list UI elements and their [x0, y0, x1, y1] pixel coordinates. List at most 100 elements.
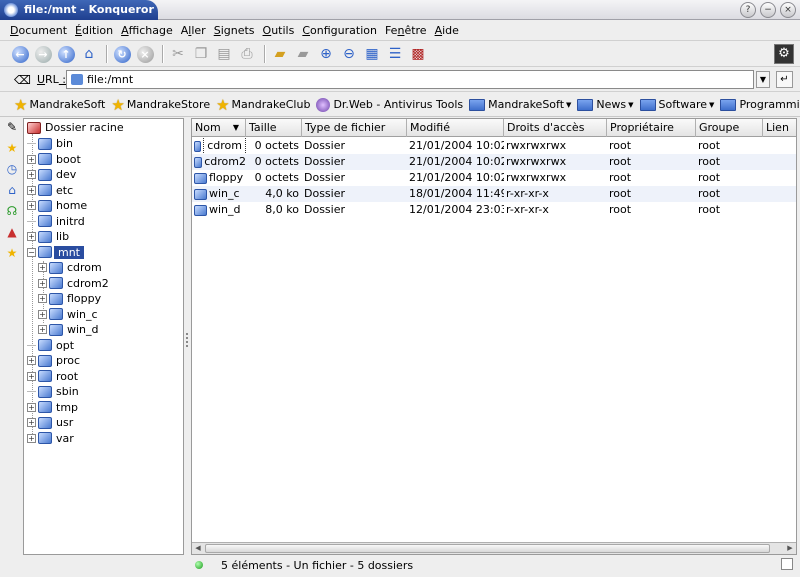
file-list-view[interactable]: Nom ▼ Taille Type de fichier Modifié Droits d…: [191, 118, 797, 555]
column-header-droits-d-acc-s[interactable]: Droits d'accès: [504, 119, 607, 137]
expand-icon[interactable]: +: [38, 263, 47, 272]
paste-icon[interactable]: ▤: [214, 44, 234, 64]
file-name[interactable]: floppy: [209, 170, 243, 186]
expand-icon[interactable]: +: [27, 154, 36, 164]
tree-item-cdrom[interactable]: + cdrom: [38, 260, 104, 275]
tree-item-floppy[interactable]: + floppy: [38, 291, 103, 306]
tree-item-initrd[interactable]: initrd: [27, 214, 87, 229]
help-window-button[interactable]: ?: [740, 2, 756, 18]
expand-icon[interactable]: +: [27, 232, 36, 241]
column-header-nom[interactable]: Nom ▼: [192, 119, 246, 137]
tree-item-bin[interactable]: bin: [27, 136, 75, 151]
column-header-type-de-fichier[interactable]: Type de fichier: [302, 119, 407, 137]
column-header-lien[interactable]: Lien: [763, 119, 796, 137]
expand-icon[interactable]: +: [38, 325, 47, 334]
expand-icon[interactable]: +: [27, 185, 36, 195]
bookmark-software[interactable]: Software ▼: [639, 98, 714, 111]
home-icon[interactable]: ⌂: [79, 44, 99, 64]
up-icon[interactable]: ↑: [56, 44, 76, 64]
tree-item-dev[interactable]: + dev: [27, 167, 78, 182]
file-row[interactable]: win_c 4,0 ko Dossier 18/01/2004 11:49 r-xr-x…: [192, 186, 796, 202]
firewall-icon[interactable]: ▩: [408, 44, 428, 64]
expand-icon[interactable]: +: [27, 356, 36, 365]
services-tab-icon[interactable]: ★: [3, 244, 21, 262]
tree-item-mnt[interactable]: − mnt: [27, 245, 84, 260]
home-tab-icon[interactable]: ⌂: [3, 181, 21, 199]
close-window-button[interactable]: ×: [780, 2, 796, 18]
scroll-right-icon[interactable]: ▶: [784, 543, 796, 554]
expand-icon[interactable]: +: [38, 294, 47, 303]
column-header-taille[interactable]: Taille: [246, 119, 302, 137]
bookmark-mandrakesoft[interactable]: MandrakeSoft ▼: [469, 98, 571, 111]
expand-icon[interactable]: +: [27, 418, 36, 427]
folder-tree[interactable]: Dossier racine bin + boot + dev + etc + home initr…: [23, 118, 184, 555]
file-row[interactable]: win_d 8,0 ko Dossier 12/01/2004 23:03 r-xr-x…: [192, 202, 796, 218]
collapse-icon[interactable]: −: [27, 247, 36, 257]
file-name[interactable]: cdrom2: [204, 154, 246, 170]
go-icon[interactable]: ↵: [776, 71, 793, 88]
menu-outils[interactable]: Outils: [259, 24, 299, 37]
expand-icon[interactable]: +: [27, 371, 36, 381]
tree-item-home[interactable]: + home: [27, 198, 89, 213]
konqueror-throbber-icon[interactable]: ⚙: [774, 44, 794, 64]
title-bar[interactable]: file:/mnt - Konqueror ? − ×: [0, 0, 800, 20]
scroll-left-icon[interactable]: ◀: [192, 543, 204, 554]
reload-icon[interactable]: ↻: [112, 44, 132, 64]
tree-item-root[interactable]: + root: [27, 369, 80, 384]
tree-item-proc[interactable]: + proc: [27, 353, 82, 368]
panel-splitter[interactable]: [184, 118, 190, 555]
file-name[interactable]: win_c: [209, 186, 240, 202]
tree-item-tmp[interactable]: + tmp: [27, 400, 80, 415]
menu-aller[interactable]: Aller: [177, 24, 210, 37]
file-row[interactable]: cdrom2 0 octets Dossier 21/01/2004 10:02 rwx…: [192, 154, 796, 170]
network-tab-icon[interactable]: ☊: [3, 202, 21, 220]
menu-affichage[interactable]: Affichage: [117, 24, 177, 37]
back-icon[interactable]: ←: [10, 44, 30, 64]
menu-configuration[interactable]: Configuration: [298, 24, 381, 37]
bookmark-news[interactable]: News ▼: [577, 98, 634, 111]
stop-icon[interactable]: ×: [135, 44, 155, 64]
tree-item-usr[interactable]: + usr: [27, 415, 75, 430]
file-row[interactable]: cdrom 0 octets Dossier 21/01/2004 10:02 rwxr…: [192, 138, 796, 154]
url-input[interactable]: file:/mnt: [66, 70, 754, 89]
expand-icon[interactable]: +: [38, 309, 47, 319]
print-icon[interactable]: ⎙: [237, 44, 257, 64]
minimize-window-button[interactable]: −: [760, 2, 776, 18]
expand-icon[interactable]: +: [27, 170, 36, 179]
zoom-out-icon[interactable]: ⊖: [339, 44, 359, 64]
copy-icon[interactable]: ❐: [191, 44, 211, 64]
file-row[interactable]: floppy 0 octets Dossier 21/01/2004 10:02 rwx…: [192, 170, 796, 186]
bookmark-mandrakestore[interactable]: ★ MandrakeStore: [111, 96, 210, 114]
bookmark-mandrakesoft[interactable]: ★ MandrakeSoft: [14, 96, 105, 114]
expand-icon[interactable]: +: [38, 278, 47, 288]
scrollbar-thumb[interactable]: [205, 544, 770, 553]
tree-item-var[interactable]: + var: [27, 431, 76, 446]
column-header-groupe[interactable]: Groupe: [696, 119, 763, 137]
tree-item-sbin[interactable]: sbin: [27, 384, 81, 399]
expand-icon[interactable]: +: [27, 402, 36, 412]
tree-item-win_d[interactable]: + win_d: [38, 322, 101, 337]
forward-icon[interactable]: →: [33, 44, 53, 64]
bookmark-mandrakeclub[interactable]: ★ MandrakeClub: [216, 96, 310, 114]
link-view-checkbox[interactable]: [781, 558, 793, 570]
tree-item-cdrom2[interactable]: + cdrom2: [38, 276, 111, 291]
menu-document[interactable]: Document: [6, 24, 71, 37]
zoom-in-icon[interactable]: ⊕: [316, 44, 336, 64]
tree-root[interactable]: Dossier racine: [27, 120, 126, 135]
tree-item-etc[interactable]: + etc: [27, 183, 75, 198]
url-history-dropdown[interactable]: ▼: [756, 71, 770, 88]
trash-icon[interactable]: ▰: [293, 44, 313, 64]
file-name[interactable]: cdrom: [203, 138, 246, 154]
history-tab-icon[interactable]: ◷: [3, 160, 21, 178]
file-name[interactable]: win_d: [209, 202, 241, 218]
column-header-propri-taire[interactable]: Propriétaire: [607, 119, 696, 137]
bookmarks-tab-icon[interactable]: ★: [3, 139, 21, 157]
menu-édition[interactable]: Édition: [71, 24, 117, 37]
tree-item-lib[interactable]: + lib: [27, 229, 71, 244]
horizontal-scrollbar[interactable]: ◀ ▶: [192, 542, 796, 554]
new-folder-icon[interactable]: ▰: [270, 44, 290, 64]
icon-view-icon[interactable]: ▦: [362, 44, 382, 64]
menu-aide[interactable]: Aide: [431, 24, 463, 37]
detail-view-icon[interactable]: ☰: [385, 44, 405, 64]
column-header-modifi-[interactable]: Modifié: [407, 119, 504, 137]
